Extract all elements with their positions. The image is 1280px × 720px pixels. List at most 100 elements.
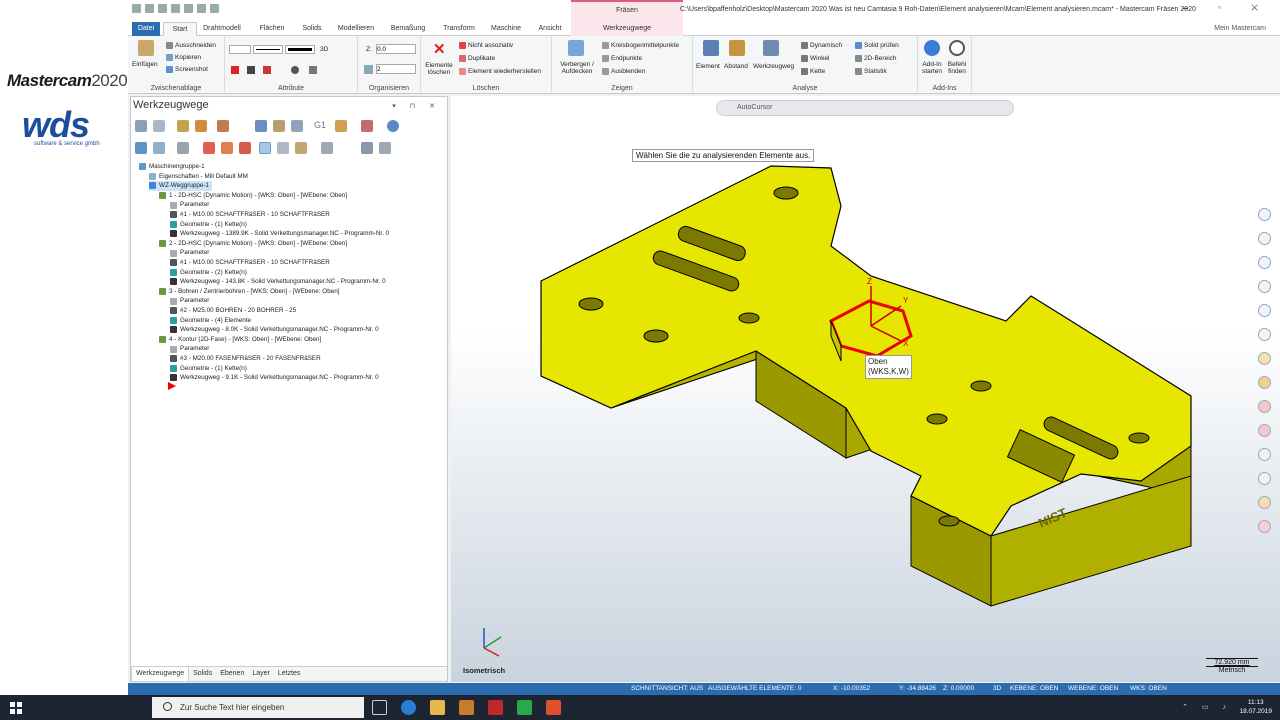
hole[interactable] — [773, 186, 799, 200]
insert-arrow-icon[interactable] — [239, 142, 251, 154]
analyze-distance-button[interactable]: Abstand — [724, 62, 748, 71]
cut-button[interactable]: Ausschneiden — [166, 41, 216, 50]
insert-arrow-marker-icon[interactable] — [168, 382, 176, 390]
move-up-icon[interactable] — [221, 142, 233, 154]
dynamic-button[interactable]: Dynamisch — [801, 41, 842, 50]
area-2d-button[interactable]: 2D-Bereich — [855, 54, 897, 63]
tree-node-geometry[interactable]: Geometrie - (1) Kette(n) — [170, 364, 247, 374]
box-icon[interactable] — [1258, 376, 1271, 389]
restore-element-button[interactable]: Element wiederherstellen — [459, 67, 541, 76]
threed-toggle[interactable]: 3D — [320, 45, 328, 54]
new-file-icon[interactable] — [132, 4, 141, 13]
tree-node-geometry[interactable]: Geometrie - (1) Kette(n) — [170, 220, 247, 230]
tree-node-machine-group[interactable]: Maschinengruppe-1 — [139, 162, 205, 172]
tree-node-toolpath[interactable]: Werkzeugweg - 9.1K - Solid Verkettungsma… — [170, 373, 379, 383]
line-icon[interactable] — [309, 66, 317, 74]
display-toolpath-icon[interactable] — [295, 142, 307, 154]
level-input[interactable] — [376, 64, 416, 74]
hide-unhide-button[interactable]: Verbergen / Aufdecken — [556, 61, 598, 75]
analyze-toolpath-button[interactable]: Werkzeugweg — [753, 62, 794, 71]
windows-start-icon[interactable] — [10, 702, 22, 714]
tree-node-parameter[interactable]: Parameter — [170, 296, 209, 306]
tab-ansicht[interactable]: Ansicht — [528, 22, 572, 36]
hole[interactable] — [1128, 432, 1150, 444]
tree-node-parameter[interactable]: Parameter — [170, 248, 209, 258]
point-style-select[interactable] — [229, 45, 251, 54]
hide-toolpath-icon[interactable] — [1258, 424, 1271, 437]
layers-icon[interactable] — [1258, 472, 1271, 485]
tree-node-operation-3[interactable]: 3 - Bohren / Zentrierbohren - [WKS: Oben… — [159, 287, 339, 297]
tree-node-parameter[interactable]: Parameter — [170, 344, 209, 354]
deselect-icon[interactable] — [153, 120, 165, 132]
select-all-icon[interactable] — [135, 120, 147, 132]
tree-node-tool[interactable]: #1 - M10.00 SCHAFTFRäSER - 10 SCHAFTFRäS… — [170, 258, 330, 268]
measure-icon[interactable] — [1258, 328, 1271, 341]
tab-levels[interactable]: Ebenen — [216, 667, 248, 681]
tree-node-operation-2[interactable]: 2 - 2D-HSC (Dynamic Motion) - [WKS: Oben… — [159, 239, 347, 249]
part-model[interactable]: NIST Z Y X — [451, 96, 1280, 682]
point-snap-icon[interactable] — [1258, 304, 1271, 317]
tab-recent[interactable]: Letztes — [274, 667, 305, 681]
wplane-status[interactable]: WEBENE: OBEN — [1068, 685, 1118, 692]
hole[interactable] — [738, 312, 760, 324]
tab-transform[interactable]: Transform — [434, 22, 484, 36]
line-style-select[interactable] — [253, 45, 283, 54]
hide-all-button[interactable]: Ausblenden — [602, 67, 645, 76]
tab-drahtmodell[interactable]: Drahtmodell — [200, 22, 244, 36]
tab-werkzeugwege[interactable]: Werkzeugwege — [571, 22, 683, 36]
regenerate-icon[interactable] — [177, 120, 189, 132]
taskbar-search-box[interactable]: Zur Suche Text hier eingeben — [152, 697, 364, 718]
kplane-status[interactable]: KEBENE: OBEN — [1010, 685, 1058, 692]
settings-icon[interactable] — [321, 142, 333, 154]
hole[interactable] — [578, 297, 604, 311]
stop-icon[interactable] — [1258, 520, 1271, 533]
settings-icon[interactable] — [1258, 496, 1271, 509]
tree-node-parameter[interactable]: Parameter — [170, 200, 209, 210]
fit-icon[interactable] — [1258, 232, 1271, 245]
verify-icon[interactable] — [273, 120, 285, 132]
tree-node-tool[interactable]: #3 - M20.00 FASENFRäSER - 20 FASENFRäSER — [170, 354, 321, 364]
duplicates-button[interactable]: Duplikate — [459, 54, 495, 63]
pencil-icon[interactable] — [135, 142, 147, 154]
solid-color-icon[interactable] — [263, 66, 271, 74]
simulate-icon[interactable] — [217, 120, 229, 132]
post-icon[interactable] — [291, 120, 303, 132]
line-width-select[interactable] — [285, 45, 315, 54]
color-icon[interactable] — [231, 66, 239, 74]
hole[interactable] — [926, 413, 948, 425]
camtasia-icon[interactable] — [517, 700, 532, 715]
tab-datei[interactable]: Datei — [132, 22, 160, 36]
zoom-icon[interactable] — [1258, 208, 1271, 221]
task-view-icon[interactable] — [372, 700, 387, 715]
expand-icon[interactable] — [277, 142, 289, 154]
arc-centers-button[interactable]: Kreisbogenmittelpunkte — [602, 41, 679, 50]
panel-controls[interactable]: ▾ ⊓ ✕ — [392, 102, 441, 110]
tree-node-operation-4[interactable]: 4 - Kontur (2D-Fase) - [WKS: Oben] - [WE… — [159, 335, 321, 345]
window-controls[interactable]: 🗕 ▫ ✕ — [1182, 2, 1272, 16]
cursor-icon[interactable] — [259, 142, 271, 154]
explorer-icon[interactable] — [430, 700, 445, 715]
sheet-icon[interactable] — [1258, 448, 1271, 461]
statistics-button[interactable]: Statistik — [855, 67, 887, 76]
tab-solids[interactable]: Solids — [189, 667, 216, 681]
recorder-icon[interactable] — [546, 700, 561, 715]
tab-start[interactable]: Start — [163, 22, 197, 37]
machine-icon[interactable] — [361, 142, 373, 154]
clock[interactable]: 11:13 18.07.2019 — [1239, 698, 1272, 716]
tree-node-tool[interactable]: #1 - M10.00 SCHAFTFRäSER - 10 SCHAFTFRäS… — [170, 210, 330, 220]
undo-icon[interactable] — [197, 4, 206, 13]
analyze-element-button[interactable]: Element — [696, 62, 720, 71]
g1-button[interactable]: G1 — [314, 120, 326, 130]
edge-icon[interactable] — [401, 700, 416, 715]
not-associative-button[interactable]: Nicht assoziativ — [459, 41, 513, 50]
z-depth-input[interactable] — [376, 44, 416, 54]
hole[interactable] — [970, 380, 992, 392]
find-command-button[interactable]: Befehl finden — [945, 61, 969, 75]
section-view-status[interactable]: SCHNITTANSICHT: AUS — [631, 685, 703, 692]
tree-node-properties[interactable]: Eigenschaften - Mill Default MM — [149, 172, 248, 182]
tree-node-operation-1[interactable]: 1 - 2D-HSC (Dynamic Motion) - [WKS: Oben… — [159, 191, 347, 201]
tab-modellieren[interactable]: Modellieren — [332, 22, 380, 36]
mein-mastercam-link[interactable]: Mein Mastercam — [1214, 25, 1266, 32]
toolpath-display-icon[interactable] — [1258, 400, 1271, 413]
save-icon[interactable] — [158, 4, 167, 13]
